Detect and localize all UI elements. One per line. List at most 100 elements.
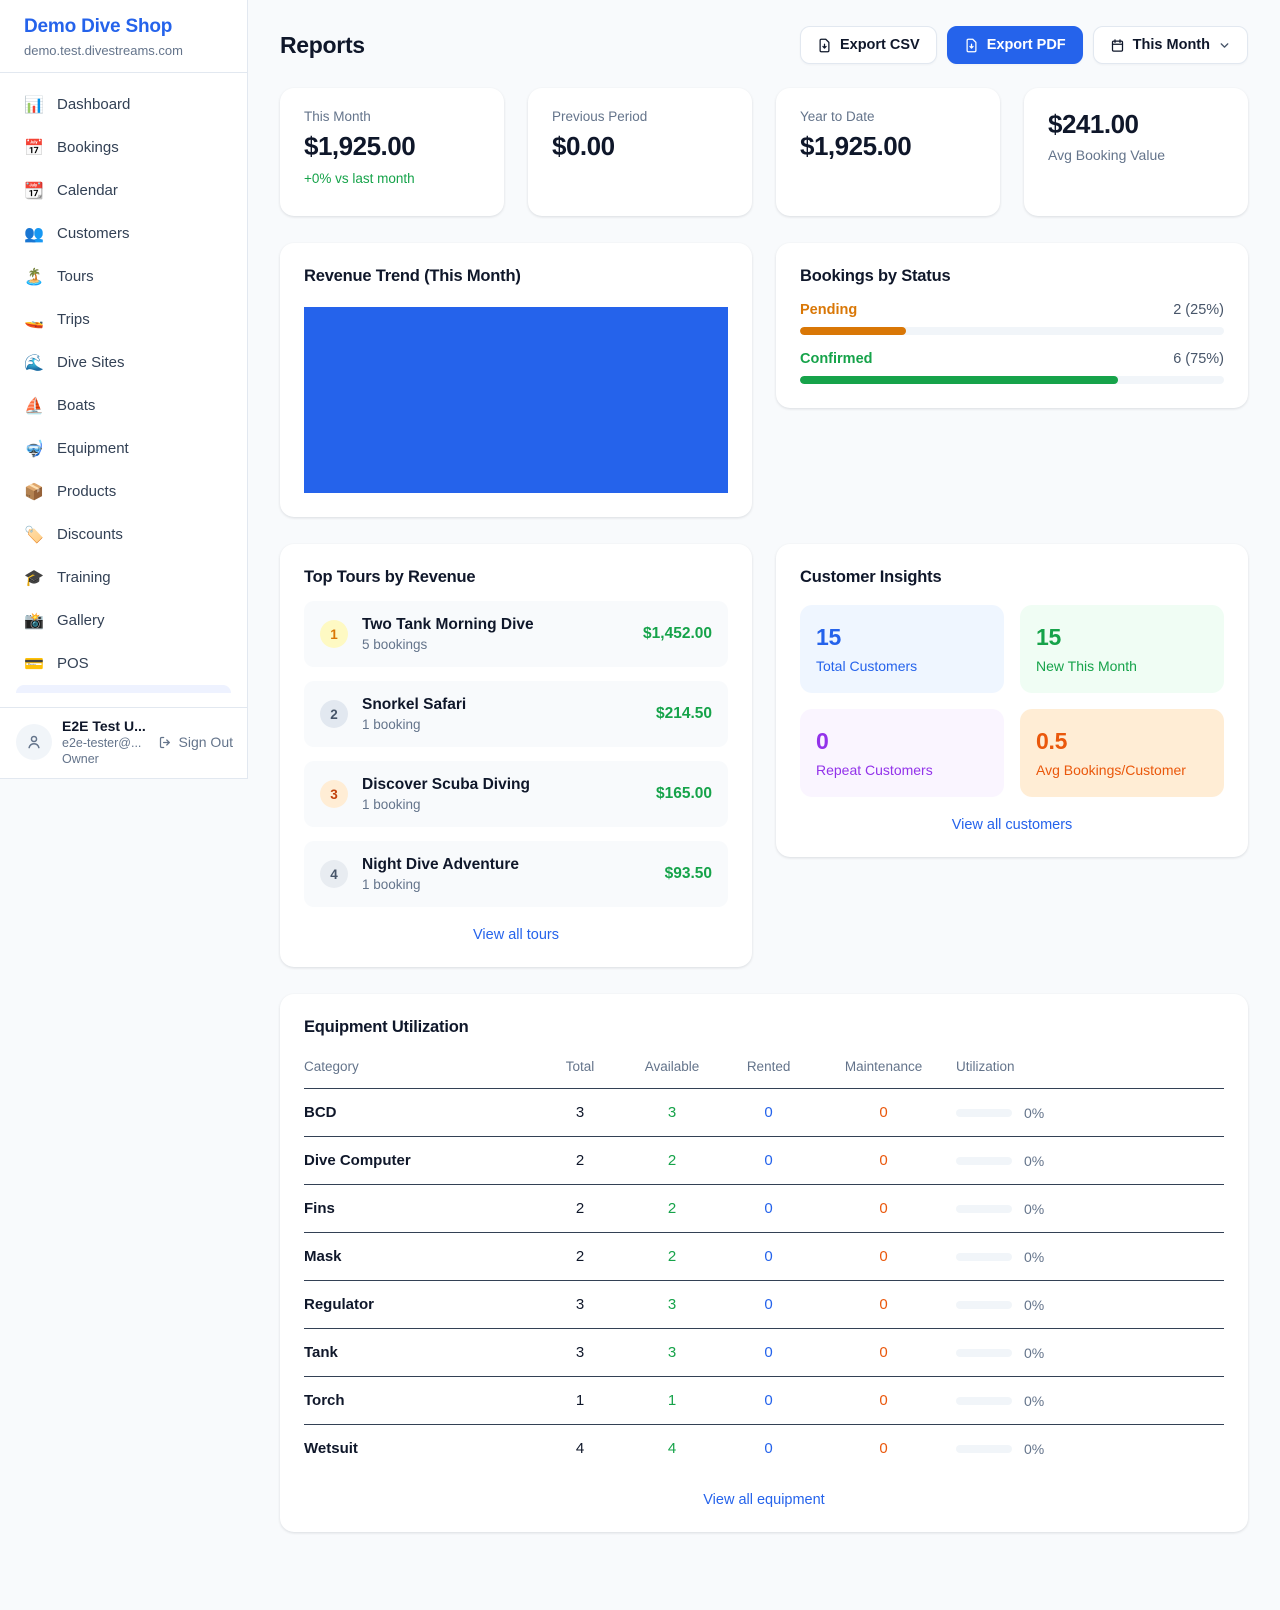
top-tours-title: Top Tours by Revenue bbox=[304, 568, 728, 587]
utilization-bar-track bbox=[956, 1109, 1012, 1117]
sidebar-item-calendar[interactable]: 📆Calendar bbox=[8, 169, 239, 212]
equipment-table: Category Total Available Rented Maintena… bbox=[304, 1047, 1224, 1472]
sidebar-item-equipment[interactable]: 🤿Equipment bbox=[8, 427, 239, 470]
cell-rented: 0 bbox=[718, 1329, 819, 1377]
period-dropdown[interactable]: This Month bbox=[1093, 26, 1248, 64]
cell-utilization: 0% bbox=[948, 1425, 1224, 1473]
user-name: E2E Test U... bbox=[62, 718, 148, 734]
cell-available: 3 bbox=[626, 1281, 718, 1329]
utilization-bar-track bbox=[956, 1205, 1012, 1213]
utilization-text: 0% bbox=[1024, 1345, 1044, 1361]
cell-rented: 0 bbox=[718, 1281, 819, 1329]
sidebar-item-dive-sites[interactable]: 🌊Dive Sites bbox=[8, 341, 239, 384]
cell-rented: 0 bbox=[718, 1137, 819, 1185]
tour-bookings: 1 booking bbox=[362, 797, 642, 812]
export-pdf-label: Export PDF bbox=[987, 37, 1066, 53]
sidebar-item-bookings[interactable]: 📅Bookings bbox=[8, 126, 239, 169]
cell-total: 1 bbox=[534, 1377, 626, 1425]
column-header: Maintenance bbox=[819, 1047, 948, 1089]
revenue-trend-title: Revenue Trend (This Month) bbox=[304, 267, 728, 286]
utilization-bar-track bbox=[956, 1349, 1012, 1357]
table-row: Fins 2 2 0 0 0% bbox=[304, 1185, 1224, 1233]
sidebar-item-label: Training bbox=[57, 569, 111, 586]
tile-value: 0.5 bbox=[1036, 728, 1208, 755]
sidebar-item-label: Discounts bbox=[57, 526, 123, 543]
sidebar-item-label: Boats bbox=[57, 397, 95, 414]
header-actions: Export CSV Export PDF This Month bbox=[800, 26, 1248, 64]
status-row-pending: Pending 2 (25%) bbox=[800, 302, 1224, 335]
sidebar-item-customers[interactable]: 👥Customers bbox=[8, 212, 239, 255]
sidebar-item-discounts[interactable]: 🏷️ Discounts bbox=[8, 513, 239, 556]
status-label: Confirmed bbox=[800, 351, 873, 367]
tour-row: 3 Discover Scuba Diving1 booking $165.00 bbox=[304, 761, 728, 827]
insight-tile-avg-bookings: 0.5 Avg Bookings/Customer bbox=[1020, 709, 1224, 797]
sign-out-button[interactable]: Sign Out bbox=[158, 734, 233, 750]
sidebar-item-trips[interactable]: 🚤Trips bbox=[8, 298, 239, 341]
status-value: 2 (25%) bbox=[1173, 302, 1224, 318]
tour-name: Discover Scuba Diving bbox=[362, 776, 642, 794]
sidebar-item-pos[interactable]: 💳POS bbox=[8, 642, 239, 685]
cell-available: 3 bbox=[626, 1089, 718, 1137]
customer-insights-title: Customer Insights bbox=[800, 568, 1224, 587]
discounts-icon: 🏷️ bbox=[24, 525, 44, 545]
cell-available: 4 bbox=[626, 1425, 718, 1473]
sidebar-item-gallery[interactable]: 📸Gallery bbox=[8, 599, 239, 642]
tour-row: 2 Snorkel Safari1 booking $214.50 bbox=[304, 681, 728, 747]
stat-card-year-to-date: Year to Date $1,925.00 bbox=[776, 88, 1000, 216]
insight-tile-repeat-customers: 0 Repeat Customers bbox=[800, 709, 1004, 797]
sign-out-label: Sign Out bbox=[179, 734, 233, 750]
utilization-bar-track bbox=[956, 1157, 1012, 1165]
view-all-customers-link[interactable]: View all customers bbox=[800, 817, 1224, 833]
rank-badge: 2 bbox=[320, 700, 348, 728]
sidebar-item-products[interactable]: 📦Products bbox=[8, 470, 239, 513]
file-download-icon bbox=[964, 38, 979, 53]
stat-card-avg-booking-value: $241.00 Avg Booking Value bbox=[1024, 88, 1248, 216]
rank-badge: 4 bbox=[320, 860, 348, 888]
sidebar-item-reports-active-partial[interactable] bbox=[16, 685, 231, 693]
sidebar-item-label: Tours bbox=[57, 268, 94, 285]
status-bar-track bbox=[800, 376, 1224, 384]
boats-icon: ⛵ bbox=[24, 396, 44, 416]
utilization-bar-track bbox=[956, 1301, 1012, 1309]
tour-revenue: $165.00 bbox=[656, 785, 712, 803]
table-row: Torch 1 1 0 0 0% bbox=[304, 1377, 1224, 1425]
cell-rented: 0 bbox=[718, 1425, 819, 1473]
view-all-tours-link[interactable]: View all tours bbox=[304, 927, 728, 943]
tour-bookings: 1 booking bbox=[362, 717, 642, 732]
column-header: Rented bbox=[718, 1047, 819, 1089]
brand-domain: demo.test.divestreams.com bbox=[24, 43, 223, 58]
cell-category: Tank bbox=[304, 1329, 534, 1377]
cell-total: 3 bbox=[534, 1089, 626, 1137]
page-header: Reports Export CSV Export PDF This Month bbox=[280, 26, 1248, 64]
chevron-down-icon bbox=[1218, 39, 1231, 52]
cell-total: 3 bbox=[534, 1281, 626, 1329]
cell-category: Mask bbox=[304, 1233, 534, 1281]
utilization-text: 0% bbox=[1024, 1441, 1044, 1457]
dive-sites-icon: 🌊 bbox=[24, 353, 44, 373]
cell-maintenance: 0 bbox=[819, 1233, 948, 1281]
view-all-equipment-link[interactable]: View all equipment bbox=[304, 1492, 1224, 1508]
sidebar-item-label: Bookings bbox=[57, 139, 119, 156]
sidebar-item-label: Products bbox=[57, 483, 116, 500]
sidebar-item-dashboard[interactable]: 📊Dashboard bbox=[8, 83, 239, 126]
utilization-text: 0% bbox=[1024, 1393, 1044, 1409]
utilization-text: 0% bbox=[1024, 1201, 1044, 1217]
sidebar: Demo Dive Shop demo.test.divestreams.com… bbox=[0, 0, 248, 779]
sidebar-item-tours[interactable]: 🏝️Tours bbox=[8, 255, 239, 298]
cell-maintenance: 0 bbox=[819, 1089, 948, 1137]
sidebar-item-boats[interactable]: ⛵ Boats bbox=[8, 384, 239, 427]
stat-card-previous-period: Previous Period $0.00 bbox=[528, 88, 752, 216]
cell-utilization: 0% bbox=[948, 1377, 1224, 1425]
stats-row: This Month $1,925.00 +0% vs last month P… bbox=[280, 88, 1248, 216]
sidebar-item-training[interactable]: 🎓Training bbox=[8, 556, 239, 599]
sidebar-nav: 📊Dashboard 📅Bookings 📆Calendar 👥Customer… bbox=[0, 73, 247, 693]
export-csv-button[interactable]: Export CSV bbox=[800, 26, 937, 64]
tour-name: Two Tank Morning Dive bbox=[362, 616, 629, 634]
person-icon bbox=[25, 733, 43, 751]
sidebar-item-label: Gallery bbox=[57, 612, 105, 629]
export-pdf-button[interactable]: Export PDF bbox=[947, 26, 1083, 64]
stat-value: $1,925.00 bbox=[304, 131, 480, 162]
tour-row: 1 Two Tank Morning Dive5 bookings $1,452… bbox=[304, 601, 728, 667]
cell-category: Fins bbox=[304, 1185, 534, 1233]
stat-label: Year to Date bbox=[800, 109, 976, 124]
